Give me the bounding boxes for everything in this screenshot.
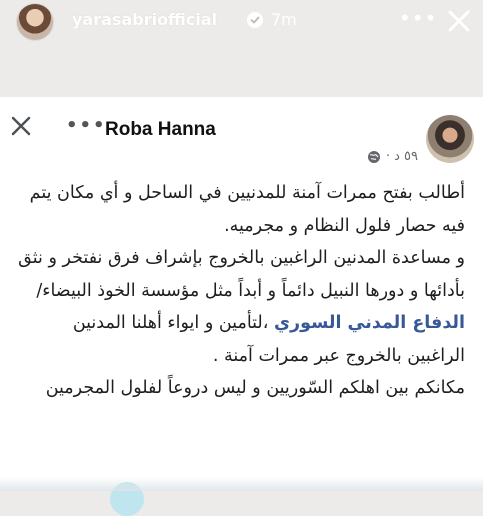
close-icon[interactable] — [445, 7, 473, 35]
post-time[interactable]: ٥٩ د · — [386, 149, 418, 164]
facebook-post-card: ••• Roba Hanna ٥٩ د · أطالب بفتح ممرات آ… — [0, 97, 483, 491]
story-username[interactable]: yarasabriofficial — [72, 10, 217, 29]
post-meta: ٥٩ د · — [367, 149, 418, 164]
post-body: أطالب بفتح ممرات آمنة للمدنيين في الساحل… — [14, 177, 465, 405]
post-author-name[interactable]: Roba Hanna — [105, 119, 216, 141]
story-more-button[interactable]: ••• — [399, 6, 437, 30]
post-paragraph: و مساعدة المدنين الراغبين بالخروج بإشراف… — [14, 242, 465, 372]
post-paragraph: أطالب بفتح ممرات آمنة للمدنيين في الساحل… — [29, 183, 465, 236]
story-avatar[interactable] — [17, 4, 53, 40]
story-header: yarasabriofficial 7m ••• — [0, 0, 483, 44]
post-more-button[interactable]: ••• — [66, 115, 107, 136]
bottom-fade — [0, 477, 483, 491]
checkmark-icon — [250, 16, 260, 24]
post-paragraph: مكانكم بين اهلكم السّوريين و ليس دروعاً … — [45, 378, 465, 398]
post-close-icon[interactable] — [10, 115, 32, 137]
post-author-avatar[interactable] — [426, 115, 474, 163]
globe-icon — [367, 150, 380, 163]
story-time: 7m — [271, 10, 297, 29]
org-mention-link[interactable]: الدفاع المدني السوري — [274, 313, 465, 333]
post-paragraph-text: و مساعدة المدنين الراغبين بالخروج بإشراف… — [18, 248, 465, 301]
verified-badge-icon — [247, 12, 263, 28]
